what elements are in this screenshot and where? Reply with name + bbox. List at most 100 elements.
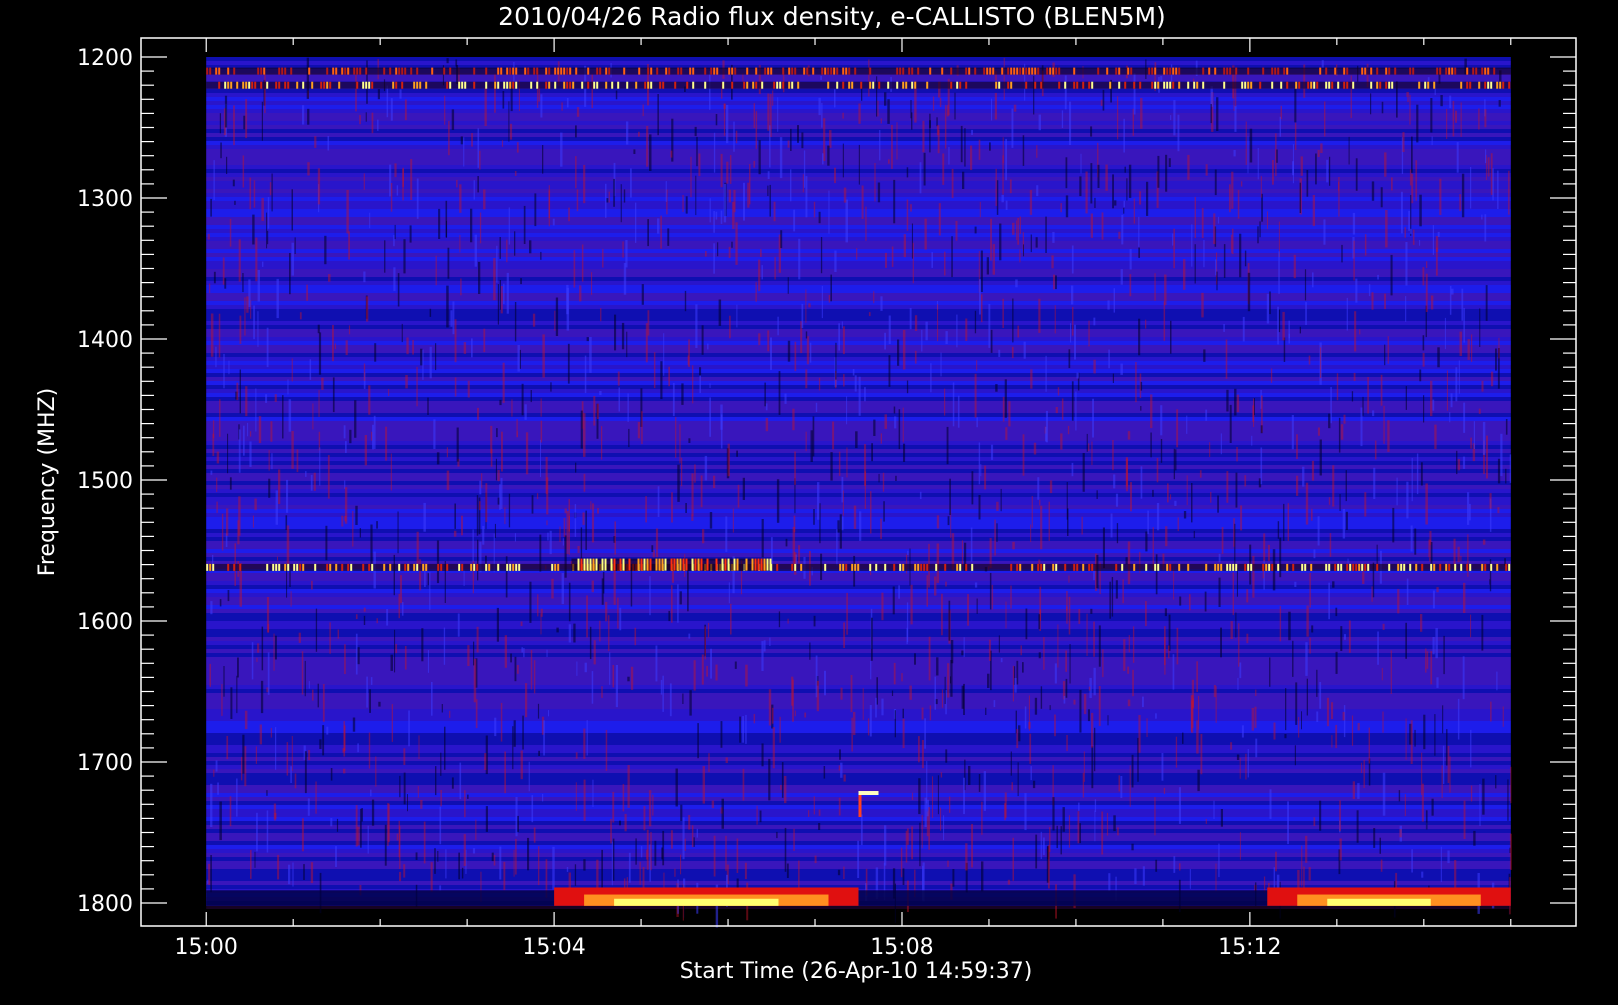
spectrogram-noise-streak (404, 99, 407, 121)
spectrogram-noise-streak (707, 622, 710, 638)
spectrogram-noise-streak (1039, 499, 1041, 506)
spectrogram-noise-streak (1360, 407, 1363, 447)
spectrogram-noise-streak (606, 198, 609, 203)
emission-band-pixel (401, 67, 404, 75)
spectrogram-noise-streak (1182, 732, 1184, 744)
emission-band-pixel (1037, 563, 1040, 571)
spectrogram-noise-streak (1423, 714, 1426, 750)
spectrogram-noise-streak (947, 860, 949, 867)
emission-band-pixel (851, 563, 854, 571)
spectrogram-noise-streak (671, 585, 673, 623)
spectrogram-noise-streak (472, 848, 476, 854)
spectrogram-noise-streak (589, 337, 592, 373)
spectrogram-noise-streak (1098, 625, 1101, 667)
spectrogram-noise-streak (397, 511, 399, 554)
spectrogram-noise-streak (1443, 635, 1445, 675)
spectrogram-noise-streak (1113, 288, 1115, 313)
spectrogram-noise-streak (1498, 100, 1501, 107)
spectrogram-noise-streak (415, 852, 418, 860)
spectrogram-noise-streak (1097, 164, 1100, 188)
spectrogram-noise-streak (288, 399, 292, 432)
spectrogram-noise-streak (952, 869, 955, 887)
spectrogram-noise-streak (1495, 348, 1497, 371)
emission-band-pixel (572, 81, 575, 89)
spectrogram-noise-streak (1266, 293, 1270, 324)
spectrogram-noise-streak (734, 661, 737, 669)
spectrogram-noise-streak (1359, 329, 1361, 335)
spectrogram-noise-streak (1299, 326, 1301, 334)
spectrogram-noise-streak (1205, 164, 1208, 176)
spectrogram-noise-streak (412, 340, 414, 355)
spectrogram-noise-streak (1328, 413, 1331, 429)
spectrogram-noise-streak (991, 98, 993, 121)
spectrogram-noise-streak (1435, 628, 1438, 659)
emission-band-pixel (670, 558, 673, 571)
emission-band-pixel (665, 67, 668, 75)
spectrogram-noise-streak (1331, 735, 1333, 748)
spectrogram-noise-streak (613, 178, 615, 207)
emission-band-pixel (751, 558, 754, 571)
emission-band-pixel (1439, 67, 1442, 75)
spectrogram-noise-streak (971, 471, 974, 505)
spectrogram-noise-streak (1279, 606, 1282, 642)
spectrogram-noise-streak (332, 377, 335, 413)
spectrogram-noise-streak (931, 252, 933, 268)
spectrogram-noise-streak (784, 827, 787, 872)
spectrogram-noise-streak (1392, 507, 1395, 543)
spectrogram-noise-streak (1140, 381, 1143, 391)
spectrogram-noise-streak (550, 382, 552, 392)
emission-band-pixel (608, 67, 611, 75)
emission-band-pixel (566, 81, 569, 89)
spectrogram-row-texture (206, 765, 1511, 769)
spectrogram-noise-streak (542, 145, 544, 174)
spectrogram-noise-streak (329, 622, 331, 654)
spectrogram-noise-streak (918, 736, 920, 763)
emission-band-pixel (965, 563, 968, 571)
emission-band-pixel (623, 67, 626, 75)
spectrogram-noise-streak (693, 837, 695, 847)
spectrogram-noise-streak (1030, 524, 1032, 543)
spectrogram-noise-streak (1040, 831, 1042, 859)
spectrogram-row-texture (206, 641, 1511, 645)
spectrogram-noise-streak (777, 97, 779, 132)
spectrogram-noise-streak (277, 556, 278, 561)
spectrogram-noise-streak (1240, 181, 1243, 187)
spectrogram-row-texture (206, 89, 1511, 93)
emission-band-pixel (1016, 67, 1019, 75)
spectrogram-noise-streak (1093, 621, 1095, 657)
emission-band-pixel (368, 81, 371, 89)
spectrogram-noise-streak (286, 566, 288, 598)
spectrogram-row-texture (206, 305, 1511, 309)
spectrogram-noise-streak (355, 805, 358, 847)
spectrogram-noise-streak (1390, 254, 1393, 296)
spectrogram-noise-streak (256, 812, 258, 852)
emission-band-pixel (1040, 81, 1043, 89)
spectrogram-noise-streak (590, 501, 592, 510)
spectrogram-noise-streak (1252, 555, 1255, 598)
spectrogram-noise-streak (983, 771, 986, 811)
emission-band-pixel (1385, 67, 1388, 75)
emission-band-pixel (218, 67, 221, 75)
x-tick-label: 15:00 (175, 935, 238, 960)
spectrogram-noise-streak (820, 237, 823, 274)
spectrogram-noise-streak (1138, 247, 1140, 258)
spectrogram-noise-streak (476, 626, 479, 653)
spectrogram-noise-streak (1081, 516, 1083, 535)
spectrogram-noise-streak (790, 128, 792, 151)
spectrogram-noise-streak (312, 689, 314, 701)
spectrogram-noise-streak (508, 207, 510, 245)
spectrogram-row-texture (206, 437, 1511, 441)
spectrogram-noise-streak (390, 654, 393, 671)
emission-band-pixel (341, 563, 344, 571)
spectrogram-noise-streak (669, 683, 672, 717)
spectrogram-noise-streak (1470, 614, 1472, 638)
spectrogram-noise-streak (229, 477, 232, 490)
emission-band-pixel (1370, 67, 1373, 75)
spectrogram-noise-streak (1111, 577, 1114, 617)
spectrogram-noise-streak (1412, 229, 1415, 245)
emission-band-pixel (1247, 67, 1250, 75)
emission-band-pixel (1232, 563, 1235, 571)
spectrogram-noise-streak (422, 349, 424, 380)
spectrogram-row-texture (206, 385, 1511, 389)
spectrogram-noise-streak (1194, 244, 1196, 284)
